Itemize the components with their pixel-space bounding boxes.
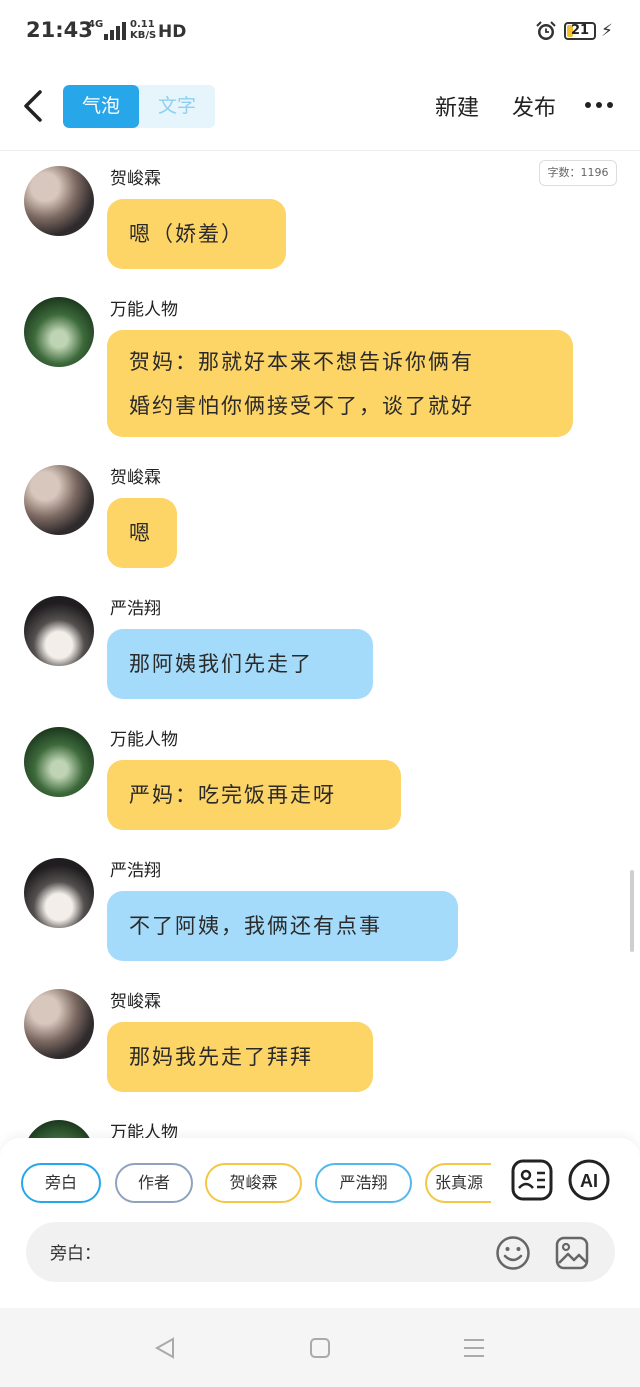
- composer-panel: 旁白 作者 贺峻霖 严浩翔 张真源 AI 旁白：: [0, 1138, 640, 1308]
- avatar[interactable]: [24, 727, 94, 797]
- input-role-label: 旁白：: [50, 1244, 101, 1264]
- message-bubble[interactable]: 不了阿姨，我俩还有点事: [107, 891, 458, 961]
- battery-icon: 21: [564, 22, 596, 40]
- ai-label: AI: [580, 1171, 598, 1191]
- message-line: 婚约害怕你俩接受不了，谈了就好: [129, 394, 474, 418]
- speaker-name: 贺峻霖: [110, 992, 161, 1012]
- system-nav-bar: [0, 1308, 640, 1387]
- avatar[interactable]: [24, 465, 94, 535]
- status-time: 21:43: [26, 18, 93, 42]
- nav-menu-icon[interactable]: [462, 1337, 486, 1359]
- hd-indicator: HD: [158, 22, 187, 42]
- role-chip-he[interactable]: 贺峻霖: [205, 1163, 302, 1203]
- message-bubble[interactable]: 那阿姨我们先走了: [107, 629, 373, 699]
- mode-toggle: 气泡 文字: [63, 85, 215, 128]
- new-button[interactable]: 新建: [435, 90, 479, 122]
- network-type: 4G: [88, 19, 104, 30]
- avatar[interactable]: [24, 596, 94, 666]
- role-card-icon[interactable]: [510, 1158, 554, 1202]
- nav-home-icon[interactable]: [309, 1337, 331, 1359]
- speaker-name: 严浩翔: [110, 599, 161, 619]
- avatar[interactable]: [24, 858, 94, 928]
- message-bubble[interactable]: 严妈：吃完饭再走呀: [107, 760, 401, 830]
- message-bubble[interactable]: 嗯: [107, 498, 177, 568]
- scrollbar[interactable]: [630, 870, 634, 952]
- message-input-box[interactable]: 旁白：: [26, 1222, 615, 1282]
- speaker-name: 贺峻霖: [110, 468, 161, 488]
- network-speed-value: 0.11: [130, 19, 155, 30]
- word-count: 字数：1196: [539, 160, 617, 186]
- network-speed-unit: KB/S: [130, 30, 157, 41]
- message-line: 贺妈：那就好本来不想告诉你俩有: [129, 350, 474, 374]
- network-speed: 0.11 KB/S: [130, 19, 156, 41]
- speaker-name: 贺峻霖: [110, 169, 161, 189]
- tab-bubble[interactable]: 气泡: [63, 85, 139, 128]
- charging-icon: ⚡: [601, 21, 613, 41]
- nav-back-icon[interactable]: [153, 1336, 177, 1360]
- speaker-name: 万能人物: [110, 300, 178, 320]
- tab-text[interactable]: 文字: [139, 85, 215, 128]
- emoji-icon[interactable]: [495, 1235, 531, 1271]
- message-bubble[interactable]: 贺妈：那就好本来不想告诉你俩有 婚约害怕你俩接受不了，谈了就好: [107, 330, 573, 437]
- message-bubble[interactable]: 嗯（娇羞）: [107, 199, 286, 269]
- signal-icon: [104, 22, 126, 40]
- speaker-name: 严浩翔: [110, 861, 161, 881]
- more-icon[interactable]: [585, 102, 613, 110]
- alarm-icon: [536, 21, 556, 40]
- role-chip-narrator[interactable]: 旁白: [21, 1163, 101, 1203]
- message-bubble[interactable]: 那妈我先走了拜拜: [107, 1022, 373, 1092]
- publish-button[interactable]: 发布: [512, 90, 556, 122]
- status-bar: 21:43 4G 0.11 KB/S HD 21 ⚡: [0, 0, 640, 64]
- ai-assist-icon[interactable]: AI: [567, 1158, 611, 1202]
- avatar[interactable]: [24, 166, 94, 236]
- avatar[interactable]: [24, 297, 94, 367]
- image-icon[interactable]: [554, 1235, 590, 1271]
- speaker-name: 万能人物: [110, 730, 178, 750]
- role-chip-yan[interactable]: 严浩翔: [315, 1163, 412, 1203]
- avatar[interactable]: [24, 989, 94, 1059]
- role-chip-zhang[interactable]: 张真源: [425, 1163, 491, 1203]
- message-input[interactable]: [104, 1232, 508, 1274]
- battery-level: 21: [570, 23, 590, 38]
- chevron-left-icon[interactable]: [18, 88, 48, 124]
- top-bar: 气泡 文字 新建 发布: [0, 64, 640, 151]
- role-chip-author[interactable]: 作者: [115, 1163, 193, 1203]
